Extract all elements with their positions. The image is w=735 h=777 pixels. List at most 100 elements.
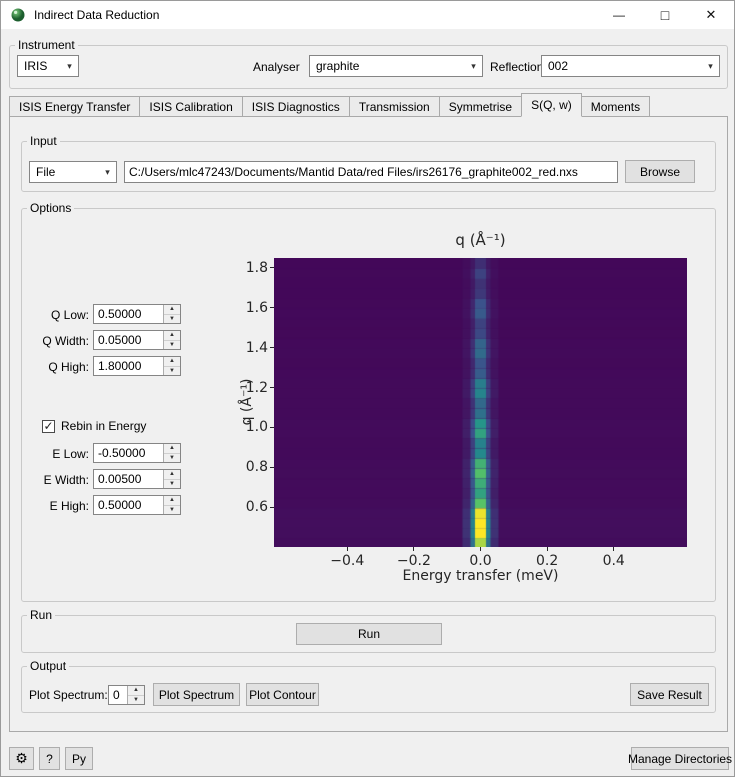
output-legend: Output bbox=[27, 659, 70, 674]
rebin-in-energy-checkbox[interactable]: ✓ Rebin in Energy bbox=[42, 419, 146, 433]
plot-contour-button-label: Plot Contour bbox=[249, 687, 316, 702]
tab-label: S(Q, w) bbox=[531, 98, 572, 112]
q-width-spinbox[interactable]: 0.05000 ▲ ▼ bbox=[93, 330, 181, 350]
x-tick-label: 0.2 bbox=[535, 553, 559, 569]
tab-transmission[interactable]: Transmission bbox=[348, 96, 440, 117]
help-button-label: ? bbox=[46, 751, 53, 766]
y-tick-mark bbox=[270, 307, 274, 309]
browse-button[interactable]: Browse bbox=[625, 160, 695, 183]
manage-directories-label: Manage Directories bbox=[627, 751, 733, 766]
reflection-combo[interactable]: 002 ▾ bbox=[541, 55, 720, 77]
tab-isis-diagnostics[interactable]: ISIS Diagnostics bbox=[241, 96, 350, 117]
plot-spectrum-spinbox[interactable]: 0 ▲ ▼ bbox=[108, 685, 145, 705]
x-tick-label: 0.4 bbox=[602, 553, 625, 569]
instrument-legend: Instrument bbox=[15, 38, 78, 53]
spin-up-icon[interactable]: ▲ bbox=[164, 305, 180, 315]
y-tick-mark bbox=[270, 347, 274, 349]
run-legend: Run bbox=[27, 608, 56, 623]
q-high-label: Q High: bbox=[48, 360, 89, 374]
tab-label: Moments bbox=[590, 99, 641, 114]
y-tick-label: 0.6 bbox=[245, 499, 268, 516]
plot-spectrum-label: Plot Spectrum: bbox=[29, 688, 108, 702]
chevron-down-icon: ▾ bbox=[67, 60, 72, 71]
spin-up-icon[interactable]: ▲ bbox=[128, 686, 144, 696]
y-tick-mark bbox=[270, 387, 274, 389]
maximize-button[interactable]: □ bbox=[642, 1, 688, 29]
y-tick-mark bbox=[270, 506, 274, 508]
y-tick-label: 1.2 bbox=[245, 379, 268, 396]
browse-button-label: Browse bbox=[639, 164, 680, 179]
gear-icon: ⚙ bbox=[15, 750, 28, 766]
window-title: Indirect Data Reduction bbox=[34, 8, 160, 22]
e-width-value[interactable]: 0.00500 bbox=[94, 470, 163, 488]
spin-up-icon[interactable]: ▲ bbox=[164, 470, 180, 480]
spin-up-icon[interactable]: ▲ bbox=[164, 444, 180, 454]
tab-moments[interactable]: Moments bbox=[580, 96, 651, 117]
app-icon bbox=[11, 8, 25, 22]
tab-isis-energy-transfer[interactable]: ISIS Energy Transfer bbox=[9, 96, 141, 117]
sqw-heatmap bbox=[274, 258, 687, 547]
chevron-down-icon: ▾ bbox=[105, 166, 110, 177]
tab-bar: ISIS Energy Transfer ISIS Calibration IS… bbox=[9, 93, 651, 117]
rebin-in-energy-label[interactable]: Rebin in Energy bbox=[61, 419, 146, 433]
e-low-value[interactable]: -0.50000 bbox=[94, 444, 163, 462]
x-tick-mark bbox=[613, 547, 615, 551]
q-low-value[interactable]: 0.50000 bbox=[94, 305, 163, 323]
x-tick-mark bbox=[413, 547, 415, 551]
analyser-combo[interactable]: graphite ▾ bbox=[309, 55, 483, 77]
plot-title: q (Å⁻¹) bbox=[455, 231, 506, 249]
input-legend: Input bbox=[27, 134, 60, 149]
spin-down-icon[interactable]: ▼ bbox=[164, 480, 180, 489]
tab-sqw[interactable]: S(Q, w) bbox=[521, 93, 582, 117]
e-width-spinbox[interactable]: 0.00500 ▲ ▼ bbox=[93, 469, 181, 489]
plot-contour-button[interactable]: Plot Contour bbox=[246, 683, 319, 706]
save-result-button[interactable]: Save Result bbox=[630, 683, 709, 706]
e-high-label: E High: bbox=[49, 499, 89, 513]
close-button[interactable]: ✕ bbox=[688, 1, 734, 29]
q-high-value[interactable]: 1.80000 bbox=[94, 357, 163, 375]
chevron-down-icon: ▾ bbox=[471, 60, 476, 71]
spin-down-icon[interactable]: ▼ bbox=[164, 315, 180, 324]
plot-spectrum-value[interactable]: 0 bbox=[109, 686, 127, 704]
spin-down-icon[interactable]: ▼ bbox=[164, 454, 180, 463]
checkbox-check-icon[interactable]: ✓ bbox=[42, 419, 55, 433]
e-high-spinbox[interactable]: 0.50000 ▲ ▼ bbox=[93, 495, 181, 515]
input-source-combo[interactable]: File ▾ bbox=[29, 161, 117, 183]
minimize-icon: — bbox=[613, 8, 625, 22]
q-width-label: Q Width: bbox=[42, 334, 89, 348]
instrument-combo[interactable]: IRIS ▾ bbox=[17, 55, 79, 77]
tab-isis-calibration[interactable]: ISIS Calibration bbox=[139, 96, 243, 117]
analyser-label: Analyser bbox=[253, 60, 300, 74]
minimize-button[interactable]: — bbox=[596, 1, 642, 29]
help-button[interactable]: ? bbox=[39, 747, 60, 770]
tab-symmetrise[interactable]: Symmetrise bbox=[438, 96, 523, 117]
run-button-label: Run bbox=[357, 627, 380, 641]
file-path-input[interactable] bbox=[124, 161, 618, 183]
e-high-value[interactable]: 0.50000 bbox=[94, 496, 163, 514]
chevron-down-icon: ▾ bbox=[708, 60, 713, 71]
python-export-button[interactable]: Py bbox=[65, 747, 93, 770]
e-width-label: E Width: bbox=[43, 473, 89, 487]
spin-up-icon[interactable]: ▲ bbox=[164, 331, 180, 341]
tab-label: ISIS Energy Transfer bbox=[19, 99, 131, 114]
spin-down-icon[interactable]: ▼ bbox=[164, 506, 180, 515]
e-low-spinbox[interactable]: -0.50000 ▲ ▼ bbox=[93, 443, 181, 463]
y-tick-label: 1.8 bbox=[245, 259, 268, 276]
save-result-button-label: Save Result bbox=[637, 687, 702, 702]
settings-button[interactable]: ⚙ bbox=[9, 747, 34, 770]
q-high-spinbox[interactable]: 1.80000 ▲ ▼ bbox=[93, 356, 181, 376]
title-bar[interactable]: Indirect Data Reduction — □ ✕ bbox=[1, 1, 734, 29]
spin-down-icon[interactable]: ▼ bbox=[164, 367, 180, 376]
q-low-spinbox[interactable]: 0.50000 ▲ ▼ bbox=[93, 304, 181, 324]
spin-down-icon[interactable]: ▼ bbox=[128, 696, 144, 705]
spin-up-icon[interactable]: ▲ bbox=[164, 496, 180, 506]
manage-directories-button[interactable]: Manage Directories bbox=[627, 747, 733, 770]
reflection-combo-value: 002 bbox=[548, 59, 569, 73]
options-legend: Options bbox=[27, 201, 75, 216]
tab-label: ISIS Calibration bbox=[149, 99, 233, 114]
run-button[interactable]: Run bbox=[296, 623, 442, 645]
spin-down-icon[interactable]: ▼ bbox=[164, 341, 180, 350]
q-width-value[interactable]: 0.05000 bbox=[94, 331, 163, 349]
spin-up-icon[interactable]: ▲ bbox=[164, 357, 180, 367]
plot-spectrum-button[interactable]: Plot Spectrum bbox=[153, 683, 240, 706]
